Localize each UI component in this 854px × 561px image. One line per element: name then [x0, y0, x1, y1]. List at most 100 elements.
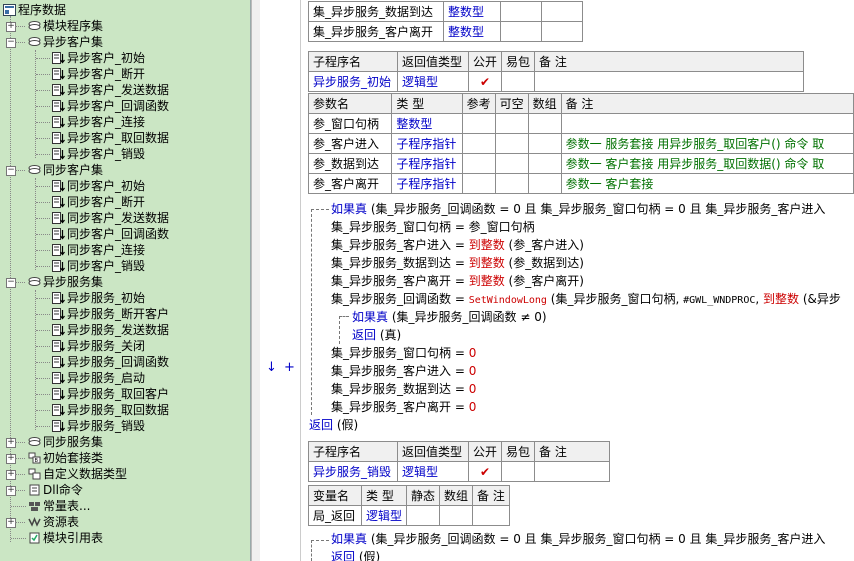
empty-cell[interactable]	[472, 505, 511, 526]
tree-item-resources[interactable]: 资源表	[28, 514, 79, 530]
empty-cell[interactable]	[500, 1, 542, 22]
tree-subroutine-item[interactable]: 异步客户_断开	[52, 66, 145, 82]
code-line-return[interactable]: 返回 (假)	[309, 416, 358, 434]
code-line[interactable]: 集_异步服务_数据到达 = 0	[331, 380, 476, 398]
code-line[interactable]: 集_异步服务_窗口句柄 = 参_窗口句柄	[331, 218, 535, 236]
expand-sync-server-button[interactable]: +	[6, 438, 16, 448]
tree-subroutine-item[interactable]: 异步服务_取回客户	[52, 386, 169, 402]
empty-cell[interactable]	[461, 113, 496, 134]
empty-cell[interactable]	[527, 133, 562, 154]
tree-subroutine-item[interactable]: 异步服务_断开客户	[52, 306, 169, 322]
param-type[interactable]: 子程序指针	[391, 133, 463, 154]
return-type[interactable]: 逻辑型	[397, 71, 469, 92]
tree-subroutine-item[interactable]: 异步服务_回调函数	[52, 354, 169, 370]
empty-cell[interactable]	[494, 133, 529, 154]
empty-cell[interactable]	[494, 153, 529, 174]
empty-cell[interactable]	[494, 113, 529, 134]
tree-item-constants[interactable]: 常量表...	[28, 498, 90, 514]
code-line[interactable]: 集_异步服务_数据到达 = 到整数 (参_数据到达)	[331, 254, 584, 272]
param-note[interactable]: 参数一 服务套接 用异步服务_取回客户() 命令 取	[560, 133, 854, 154]
param-type[interactable]: 子程序指针	[391, 173, 463, 194]
tree-subroutine-item[interactable]: 异步服务_关闭	[52, 338, 145, 354]
tree-subroutine-item[interactable]: 同步客户_发送数据	[52, 210, 169, 226]
empty-cell[interactable]	[461, 173, 496, 194]
tree-item-sync-server[interactable]: 同步服务集	[28, 434, 103, 450]
empty-cell[interactable]	[541, 1, 583, 22]
subroutine-name[interactable]: 异步服务_销毁	[308, 461, 398, 482]
return-type[interactable]: 逻辑型	[397, 461, 469, 482]
empty-cell[interactable]	[500, 21, 542, 42]
param-type[interactable]: 子程序指针	[391, 153, 463, 174]
param-type[interactable]: 整数型	[391, 113, 463, 134]
tree-subroutine-item[interactable]: 异步服务_发送数据	[52, 322, 169, 338]
tree-subroutine-item[interactable]: 异步客户_初始	[52, 50, 145, 66]
tree-subroutine-item[interactable]: 同步客户_销毁	[52, 258, 145, 274]
var-type[interactable]: 整数型	[443, 21, 501, 42]
param-note[interactable]: 参数一 客户套接	[560, 173, 854, 194]
expand-custom-types-button[interactable]: +	[6, 470, 16, 480]
code-editor[interactable]: 集_异步服务_数据到达 整数型 集_异步服务_客户离开 整数型 子程序名 返回值…	[305, 0, 854, 561]
empty-cell[interactable]	[527, 113, 562, 134]
var-type[interactable]: 整数型	[443, 1, 501, 22]
code-line[interactable]: 集_异步服务_客户进入 = 0	[331, 362, 476, 380]
code-line[interactable]: 集_异步服务_客户进入 = 到整数 (参_客户进入)	[331, 236, 584, 254]
empty-cell[interactable]	[461, 153, 496, 174]
tree-item-modules[interactable]: 模块程序集	[28, 18, 103, 34]
code-line-if[interactable]: 如果真 (集_异步服务_回调函数 ≠ 0)	[352, 308, 547, 326]
empty-cell[interactable]	[406, 505, 441, 526]
tree-subroutine-item[interactable]: 异步服务_启动	[52, 370, 145, 386]
tree-subroutine-item[interactable]: 异步服务_销毁	[52, 418, 145, 434]
expand-modules-button[interactable]: +	[6, 22, 16, 32]
empty-cell[interactable]	[534, 461, 611, 482]
param-note[interactable]	[560, 113, 854, 134]
param-name[interactable]: 参_数据到达	[307, 153, 393, 174]
tree-item-custom-types[interactable]: 自定义数据类型	[28, 466, 127, 482]
tree-subroutine-item[interactable]: 异步客户_发送数据	[52, 82, 169, 98]
empty-cell[interactable]	[461, 133, 496, 154]
var-name[interactable]: 集_异步服务_客户离开	[308, 21, 444, 42]
code-line-return[interactable]: 返回 (假)	[331, 548, 380, 561]
empty-cell[interactable]	[534, 71, 805, 92]
empty-cell[interactable]	[439, 505, 474, 526]
tree-item-sync-client[interactable]: 同步客户集	[28, 162, 103, 178]
param-note[interactable]: 参数一 客户套接 用异步服务_取回数据() 命令 取	[560, 153, 854, 174]
empty-cell[interactable]	[494, 173, 529, 194]
collapse-sync-client-button[interactable]: −	[6, 166, 16, 176]
tree-item-module-refs[interactable]: 模块引用表	[28, 530, 103, 546]
var-name[interactable]: 集_异步服务_数据到达	[308, 1, 444, 22]
public-checkmark-icon[interactable]: ✔	[467, 461, 503, 482]
empty-cell[interactable]	[541, 21, 583, 42]
tree-root[interactable]: 程序数据	[3, 2, 66, 18]
code-line-return[interactable]: 返回 (真)	[352, 326, 401, 344]
plus-icon[interactable]: +	[284, 360, 295, 375]
tree-subroutine-item[interactable]: 异步客户_销毁	[52, 146, 145, 162]
param-name[interactable]: 参_客户离开	[307, 173, 393, 194]
tree-item-async-server[interactable]: 异步服务集	[28, 274, 103, 290]
var-name[interactable]: 局_返回	[308, 505, 362, 526]
public-checkmark-icon[interactable]: ✔	[467, 71, 503, 92]
empty-cell[interactable]	[501, 461, 536, 482]
expand-socket-class-button[interactable]: +	[6, 454, 16, 464]
param-name[interactable]: 参_窗口句柄	[307, 113, 393, 134]
tree-subroutine-item[interactable]: 异步客户_回调函数	[52, 98, 169, 114]
expand-dll-button[interactable]: +	[6, 486, 16, 496]
empty-cell[interactable]	[501, 71, 536, 92]
code-line[interactable]: 集_异步服务_客户离开 = 0	[331, 398, 476, 416]
tree-subroutine-item[interactable]: 异步客户_连接	[52, 114, 145, 130]
tree-subroutine-item[interactable]: 异步服务_取回数据	[52, 402, 169, 418]
code-line[interactable]: 集_异步服务_回调函数 = SetWindowLong (集_异步服务_窗口句柄…	[331, 290, 841, 308]
tree-item-dll[interactable]: Dll命令	[28, 482, 83, 498]
param-name[interactable]: 参_客户进入	[307, 133, 393, 154]
empty-cell[interactable]	[527, 173, 562, 194]
tree-item-async-client[interactable]: 异步客户集	[28, 34, 103, 50]
tree-subroutine-item[interactable]: 同步客户_断开	[52, 194, 145, 210]
code-line-if[interactable]: 如果真 (集_异步服务_回调函数 = 0 且 集_异步服务_窗口句柄 = 0 且…	[331, 530, 825, 548]
code-line[interactable]: 集_异步服务_窗口句柄 = 0	[331, 344, 476, 362]
tree-subroutine-item[interactable]: 同步客户_初始	[52, 178, 145, 194]
tree-subroutine-item[interactable]: 同步客户_回调函数	[52, 226, 169, 242]
var-type[interactable]: 逻辑型	[360, 505, 408, 526]
arrow-down-icon[interactable]: ↓	[266, 360, 277, 375]
code-line[interactable]: 集_异步服务_客户离开 = 到整数 (参_客户离开)	[331, 272, 584, 290]
collapse-async-client-button[interactable]: −	[6, 38, 16, 48]
collapse-async-server-button[interactable]: −	[6, 278, 16, 288]
